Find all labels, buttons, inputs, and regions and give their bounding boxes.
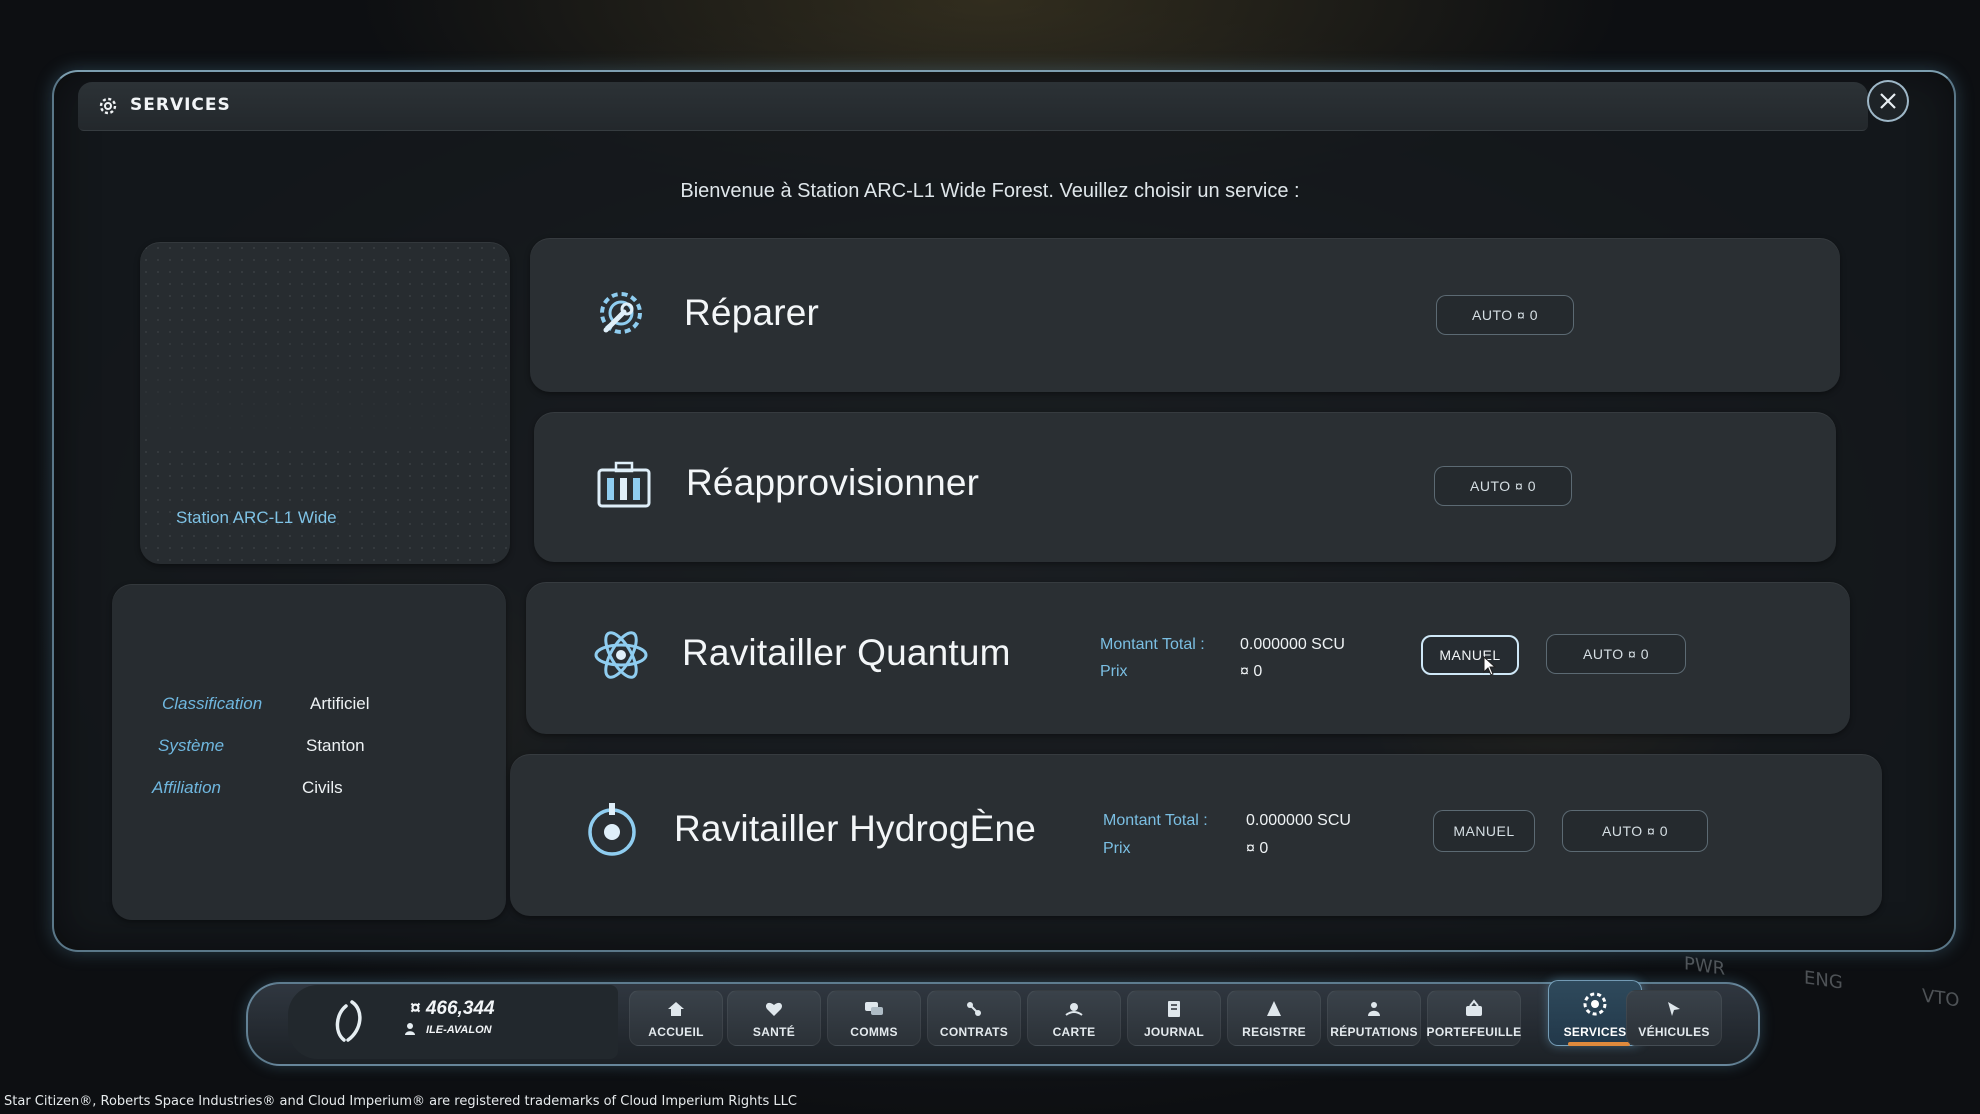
registry-icon [1267, 1001, 1281, 1016]
nav-portefeuille[interactable]: PORTEFEUILLE [1427, 990, 1521, 1046]
system-label: Système [158, 736, 225, 755]
price-label: Prix [1103, 840, 1131, 857]
nav-vehicules[interactable]: VÉHICULES [1626, 990, 1722, 1046]
quantum-auto-button[interactable]: AUTO ¤ 0 [1546, 634, 1686, 674]
atom-icon [594, 631, 648, 679]
wrench-gear-icon [600, 292, 642, 334]
player-name: ILE-AVALON [426, 1024, 492, 1036]
chat-icon [865, 1002, 883, 1015]
repair-auto-button[interactable]: AUTO ¤ 0 [1436, 295, 1574, 335]
user-icon [405, 1023, 415, 1035]
restock-auto-button[interactable]: AUTO ¤ 0 [1434, 466, 1572, 506]
nav-reputations[interactable]: RÉPUTATIONS [1327, 990, 1421, 1046]
nav-label: VÉHICULES [1638, 1025, 1710, 1039]
trademark-footer: Star Citizen®, Roberts Space Industries®… [4, 1094, 797, 1109]
image-fade [140, 242, 510, 442]
price-value: ¤ 0 [1240, 663, 1263, 680]
amount-value: 0.000000 SCU [1240, 636, 1345, 653]
nav-label: RÉPUTATIONS [1330, 1025, 1418, 1039]
close-button[interactable] [1867, 80, 1909, 122]
nav-label: SERVICES [1563, 1025, 1627, 1039]
amount-value: 0.000000 SCU [1246, 812, 1351, 829]
hud-vto: VTO [1922, 985, 1960, 1012]
mobiglas-logo-icon [335, 1000, 362, 1042]
nav-label: PORTEFEUILLE [1426, 1025, 1522, 1039]
window-titlebar [78, 82, 1868, 131]
nav-label: SANTÉ [752, 1025, 796, 1039]
price-value: ¤ 0 [1246, 840, 1269, 857]
nav-registre[interactable]: REGISTRE [1227, 990, 1321, 1046]
service-title: Réparer [684, 292, 820, 333]
hydrogen-auto-button[interactable]: AUTO ¤ 0 [1562, 810, 1708, 852]
window-title: SERVICES [130, 95, 231, 115]
active-tab-indicator [1568, 1042, 1630, 1046]
nav-accueil[interactable]: ACCUEIL [629, 990, 723, 1046]
nav-label: REGISTRE [1242, 1025, 1306, 1039]
ammo-crate-icon [597, 461, 651, 508]
vehicle-icon [1668, 1002, 1680, 1016]
service-title: Ravitailler Quantum [682, 632, 1011, 673]
nav-label: CONTRATS [939, 1025, 1009, 1039]
nav-label: CARTE [1052, 1025, 1096, 1039]
price-label: Prix [1100, 663, 1128, 680]
services-gear-icon [99, 97, 117, 115]
nav-label: ACCUEIL [648, 1025, 704, 1039]
service-title: Réapprovisionner [686, 462, 980, 503]
hud-pwr: PWR [1684, 953, 1726, 980]
system-value: Stanton [306, 736, 365, 755]
hydrogen-manual-button[interactable]: MANUEL [1433, 810, 1535, 852]
journal-icon [1168, 1001, 1180, 1017]
nav-label: JOURNAL [1143, 1025, 1205, 1039]
wallet-icon [1466, 999, 1482, 1016]
hud-enc: ENG [1804, 967, 1843, 994]
map-icon [1065, 1003, 1083, 1016]
nav-journal[interactable]: JOURNAL [1127, 990, 1221, 1046]
nav-sante[interactable]: SANTÉ [727, 990, 821, 1046]
service-title: Ravitailler HydrogÈne [674, 808, 1037, 849]
contracts-icon [967, 1002, 981, 1016]
amount-label: Montant Total : [1103, 812, 1208, 829]
home-icon [668, 1002, 684, 1016]
classification-value: Artificiel [310, 694, 370, 713]
affiliation-value: Civils [302, 778, 343, 797]
nav-comms[interactable]: COMMS [827, 990, 921, 1046]
nav-label: COMMS [850, 1025, 898, 1039]
heart-icon [765, 1002, 783, 1016]
welcome-message: Bienvenue à Station ARC-L1 Wide Forest. … [680, 180, 1300, 202]
mouse-cursor-icon [1483, 656, 1496, 676]
services-icon [1583, 992, 1607, 1016]
amount-label: Montant Total : [1100, 636, 1205, 653]
close-icon [1880, 93, 1896, 109]
affiliation-label: Affiliation [152, 778, 221, 797]
station-name: Station ARC-L1 Wide [176, 508, 337, 527]
hydrogen-icon [588, 803, 636, 856]
credits-balance: ¤ 466,344 [410, 998, 495, 1019]
nav-carte[interactable]: CARTE [1027, 990, 1121, 1046]
classification-label: Classification [162, 694, 263, 713]
quantum-manual-button[interactable]: MANUEL [1421, 635, 1519, 675]
nav-contrats[interactable]: CONTRATS [927, 990, 1021, 1046]
reputation-icon [1368, 1002, 1380, 1016]
